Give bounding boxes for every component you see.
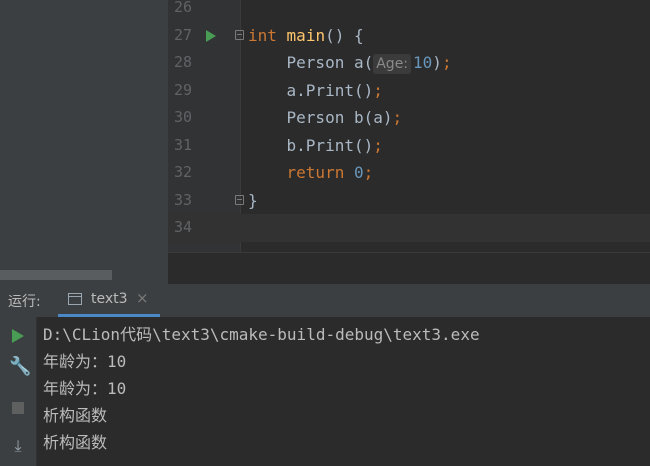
scroll-to-end-icon[interactable]: ⤓ (9, 437, 27, 455)
line-number: 31 (173, 135, 192, 154)
console-output[interactable]: D:\CLion代码\text3\cmake-build-debug\text3… (37, 317, 650, 466)
code-text: int main() { (248, 25, 364, 45)
project-panel (0, 0, 168, 284)
code-text: return 0; (286, 163, 374, 182)
code-line[interactable]: 28 Person a(Age: 10); (168, 49, 650, 77)
run-main-icon[interactable] (206, 29, 216, 42)
console-icon (68, 293, 82, 305)
line-number: 32 (173, 163, 192, 181)
line-number: 34 (173, 218, 192, 236)
code-line-current[interactable]: 34 (168, 214, 650, 242)
code-text: } (248, 190, 258, 210)
run-label: 运行: (8, 294, 41, 310)
line-number: 26 (173, 0, 192, 16)
line-number: 27 (173, 25, 192, 44)
code-line[interactable]: 33 } (168, 187, 650, 215)
console-line: 析构函数 (43, 406, 108, 425)
code-line[interactable]: 32 return 0; (168, 159, 650, 187)
code-text: Person b(a); (248, 108, 403, 127)
code-line[interactable]: 30 Person b(a); (168, 104, 650, 132)
code-text: Person a(Age: 10); (248, 53, 452, 74)
tab-label: text3 (91, 291, 128, 307)
line-number: 29 (173, 80, 192, 99)
run-actions-bar: 🔧 ⤓ (0, 317, 37, 466)
console-line: 年龄为：10 (43, 379, 127, 398)
tab-text3[interactable]: text3 × (58, 284, 160, 317)
stop-icon[interactable] (12, 402, 24, 414)
console-line: D:\CLion代码\text3\cmake-build-debug\text3… (43, 325, 480, 344)
horizontal-scrollbar[interactable] (0, 270, 112, 280)
parameter-hint: Age: (373, 54, 412, 74)
code-text: b.Print(); (248, 135, 383, 155)
rerun-icon[interactable] (12, 329, 24, 343)
fold-icon[interactable] (235, 194, 244, 205)
close-icon[interactable]: × (136, 289, 149, 307)
code-text: a.Print(); (248, 80, 383, 100)
line-number: 30 (173, 108, 192, 126)
code-line[interactable]: 29 a.Print(); (168, 77, 650, 105)
run-toolwindow-header: 运行: text3 × (0, 284, 650, 318)
line-number: 33 (173, 190, 192, 209)
console-line: 年龄为：10 (43, 352, 127, 371)
console-line: 析构函数 (43, 433, 108, 452)
fold-icon[interactable] (235, 29, 244, 40)
wrench-icon[interactable]: 🔧 (9, 357, 31, 377)
code-line[interactable]: 27 int main() { (168, 22, 650, 50)
code-editor[interactable]: 26 27 int main() { 28 Person a(Age: 10); … (168, 0, 650, 252)
editor-bottom-area (168, 252, 650, 285)
code-line[interactable]: 31 b.Print(); (168, 132, 650, 160)
code-line[interactable]: 26 (168, 0, 650, 22)
line-number: 28 (173, 53, 192, 71)
